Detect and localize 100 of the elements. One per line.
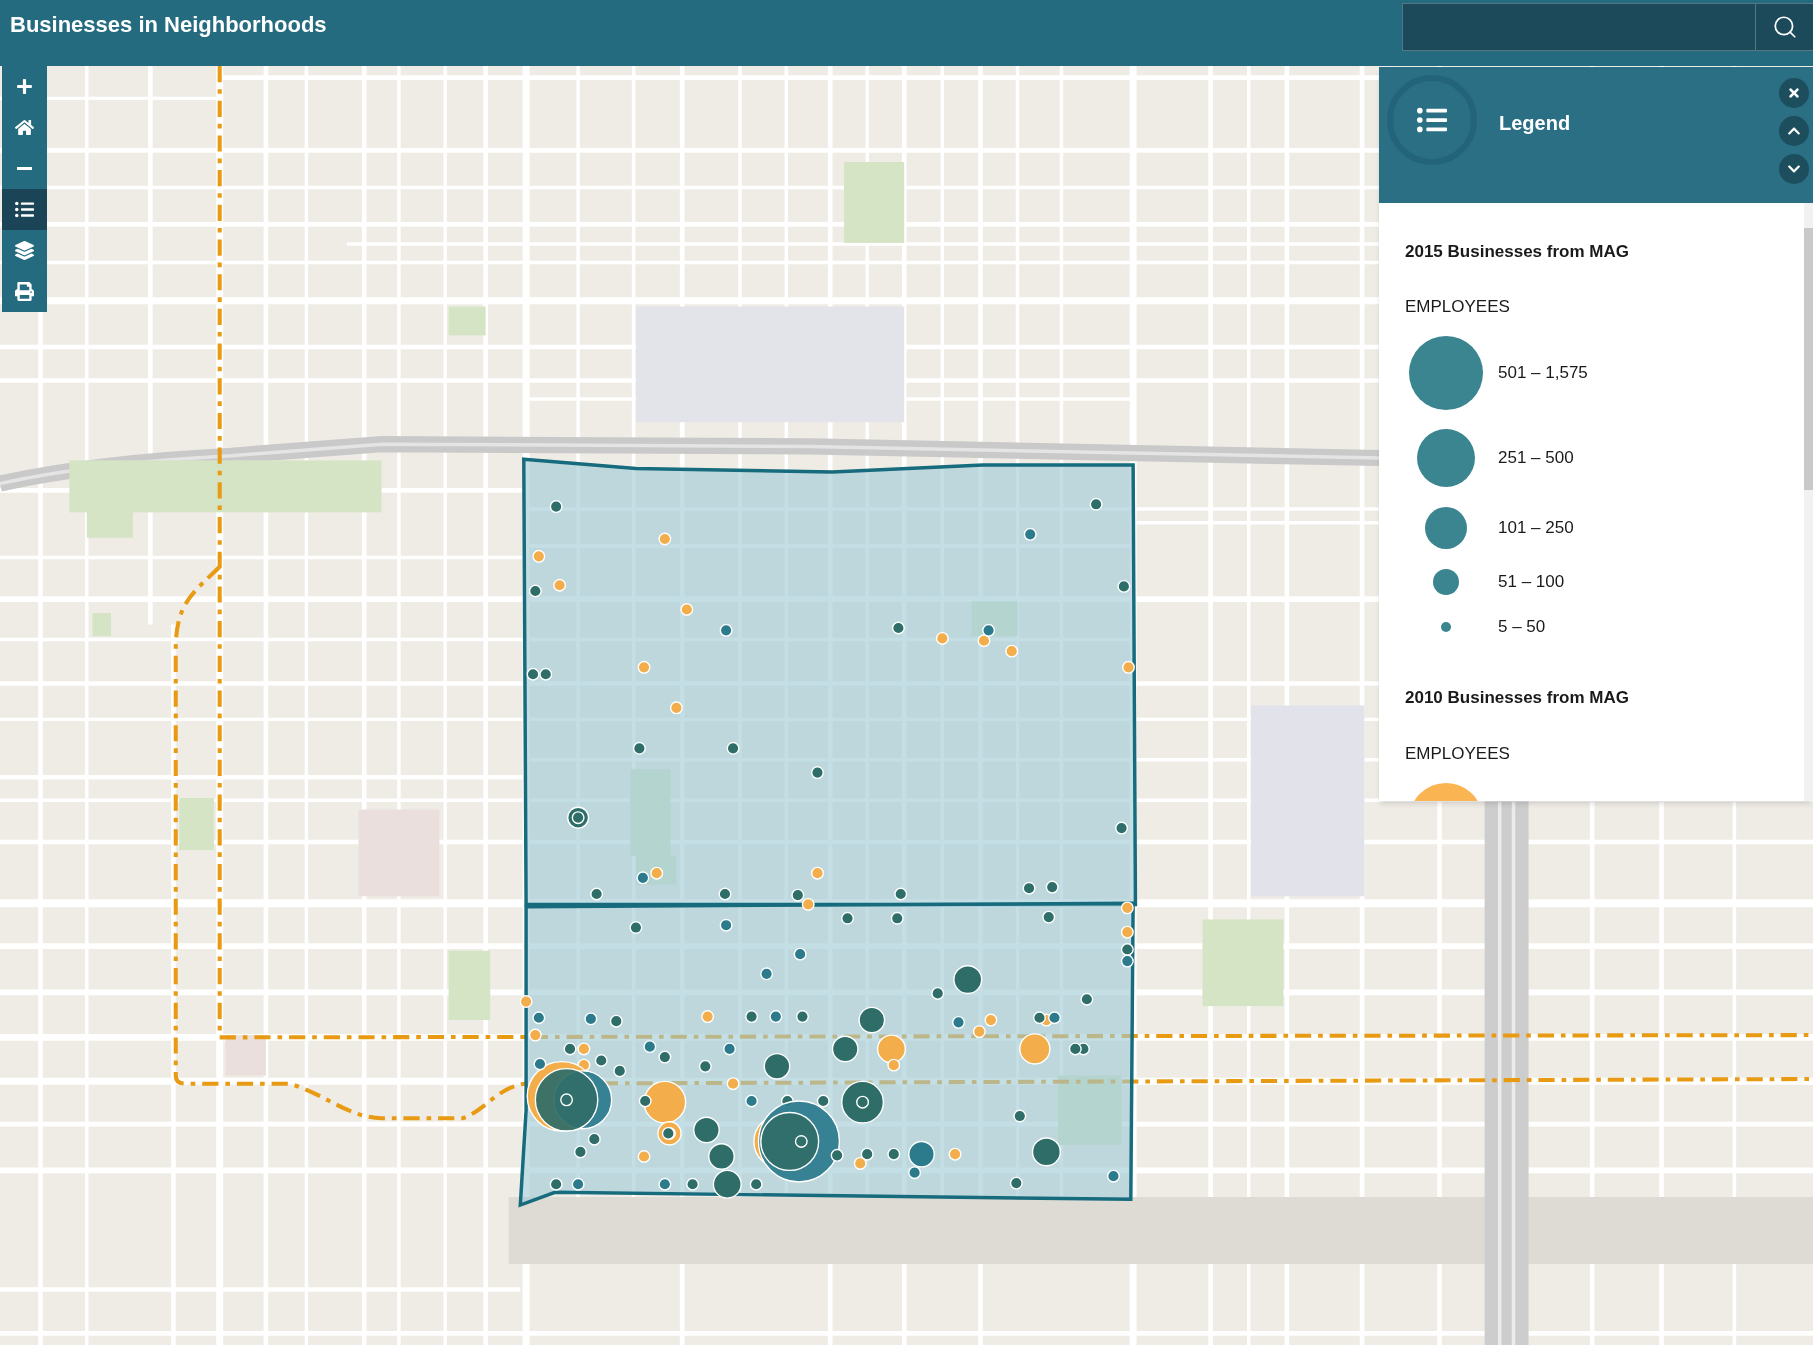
business-point — [526, 667, 540, 681]
business-point — [549, 1177, 563, 1191]
list-icon — [1387, 75, 1477, 165]
business-point — [632, 741, 646, 755]
business-point — [658, 532, 672, 546]
list-icon — [15, 200, 34, 219]
legend-button[interactable] — [2, 189, 47, 230]
close-icon — [1787, 86, 1801, 100]
business-point — [553, 578, 567, 592]
business-point — [891, 621, 905, 635]
scroll-up-button[interactable] — [1779, 116, 1809, 146]
business-point — [977, 634, 991, 648]
business-point — [573, 1145, 587, 1159]
business-point — [567, 806, 590, 829]
business-point — [763, 1052, 791, 1080]
search-icon — [1771, 14, 1798, 40]
business-point — [801, 897, 815, 911]
business-point — [1009, 1176, 1023, 1190]
business-point — [1042, 910, 1056, 924]
business-point — [1080, 992, 1094, 1006]
field-label: EMPLOYEES — [1405, 744, 1511, 764]
business-point — [528, 584, 542, 598]
business-point — [760, 1111, 820, 1172]
business-point — [890, 911, 904, 925]
business-point — [680, 603, 694, 616]
scrollbar-thumb[interactable] — [1804, 228, 1813, 490]
business-point — [726, 741, 740, 755]
business-point — [563, 1042, 577, 1056]
business-point — [577, 1042, 591, 1056]
business-point — [760, 967, 774, 981]
business-point — [571, 1177, 585, 1191]
class-label: 501 – 1,575 — [1498, 363, 1588, 383]
business-point — [719, 918, 733, 932]
business-point — [1005, 644, 1019, 658]
building-block — [225, 1035, 266, 1076]
business-point — [643, 1040, 657, 1054]
business-point — [769, 1010, 783, 1024]
business-point — [1068, 1042, 1082, 1056]
business-point — [1120, 954, 1134, 968]
search-button[interactable] — [1756, 3, 1813, 51]
layer-title: 2010 Businesses from MAG — [1405, 688, 1630, 708]
business-point — [718, 887, 732, 901]
minus-icon — [17, 167, 32, 170]
search-field[interactable] — [1402, 3, 1756, 51]
field-label: EMPLOYEES — [1405, 297, 1511, 317]
app-title: Businesses in Neighborhoods — [10, 11, 327, 39]
business-point — [528, 1028, 542, 1042]
layers-icon — [15, 241, 34, 260]
business-point — [1033, 1011, 1046, 1025]
park-area — [179, 798, 214, 851]
business-point — [1023, 527, 1037, 541]
business-point — [719, 623, 733, 637]
business-point — [637, 1150, 651, 1163]
business-point — [539, 667, 553, 681]
business-point — [1022, 881, 1036, 895]
business-point — [686, 1177, 700, 1191]
business-point — [1089, 497, 1103, 511]
business-point — [658, 1050, 672, 1064]
business-point — [532, 1011, 546, 1025]
close-button[interactable] — [1779, 78, 1809, 108]
business-point — [811, 866, 824, 880]
business-point — [590, 887, 604, 901]
business-point — [1019, 1033, 1051, 1065]
class-label: 251 – 500 — [1498, 448, 1574, 468]
park-area — [1057, 1075, 1122, 1145]
scroll-down-button[interactable] — [1779, 154, 1809, 184]
business-point — [793, 947, 807, 961]
business-point — [948, 1147, 962, 1161]
business-point — [519, 995, 533, 1009]
business-point — [1045, 880, 1059, 894]
business-point — [650, 866, 664, 880]
business-point — [1115, 821, 1129, 835]
business-point — [894, 887, 908, 901]
business-point — [658, 1177, 672, 1191]
business-point — [1048, 1011, 1061, 1025]
business-point — [858, 1006, 886, 1034]
layer-title: 2015 Businesses from MAG — [1405, 242, 1630, 262]
home-icon — [15, 118, 34, 137]
printer-icon — [15, 282, 34, 301]
business-point — [853, 1156, 867, 1170]
business-point — [791, 888, 805, 902]
park-area — [971, 601, 1018, 637]
class-label: 101 – 250 — [1498, 518, 1574, 538]
business-point — [698, 1059, 712, 1073]
business-point — [1107, 1169, 1120, 1183]
business-point — [887, 1147, 901, 1161]
class-label: 51 – 100 — [1498, 572, 1565, 592]
business-point — [982, 623, 996, 637]
business-point — [831, 1035, 859, 1063]
business-point — [723, 1042, 737, 1056]
business-point — [1120, 925, 1134, 939]
business-point — [693, 1116, 720, 1144]
business-point — [712, 1169, 742, 1199]
business-point — [532, 549, 546, 563]
business-point — [1031, 1137, 1061, 1167]
business-point — [609, 1014, 623, 1028]
business-point — [584, 1012, 598, 1026]
business-point — [1120, 901, 1134, 915]
business-point — [637, 660, 651, 674]
business-point — [549, 500, 563, 514]
